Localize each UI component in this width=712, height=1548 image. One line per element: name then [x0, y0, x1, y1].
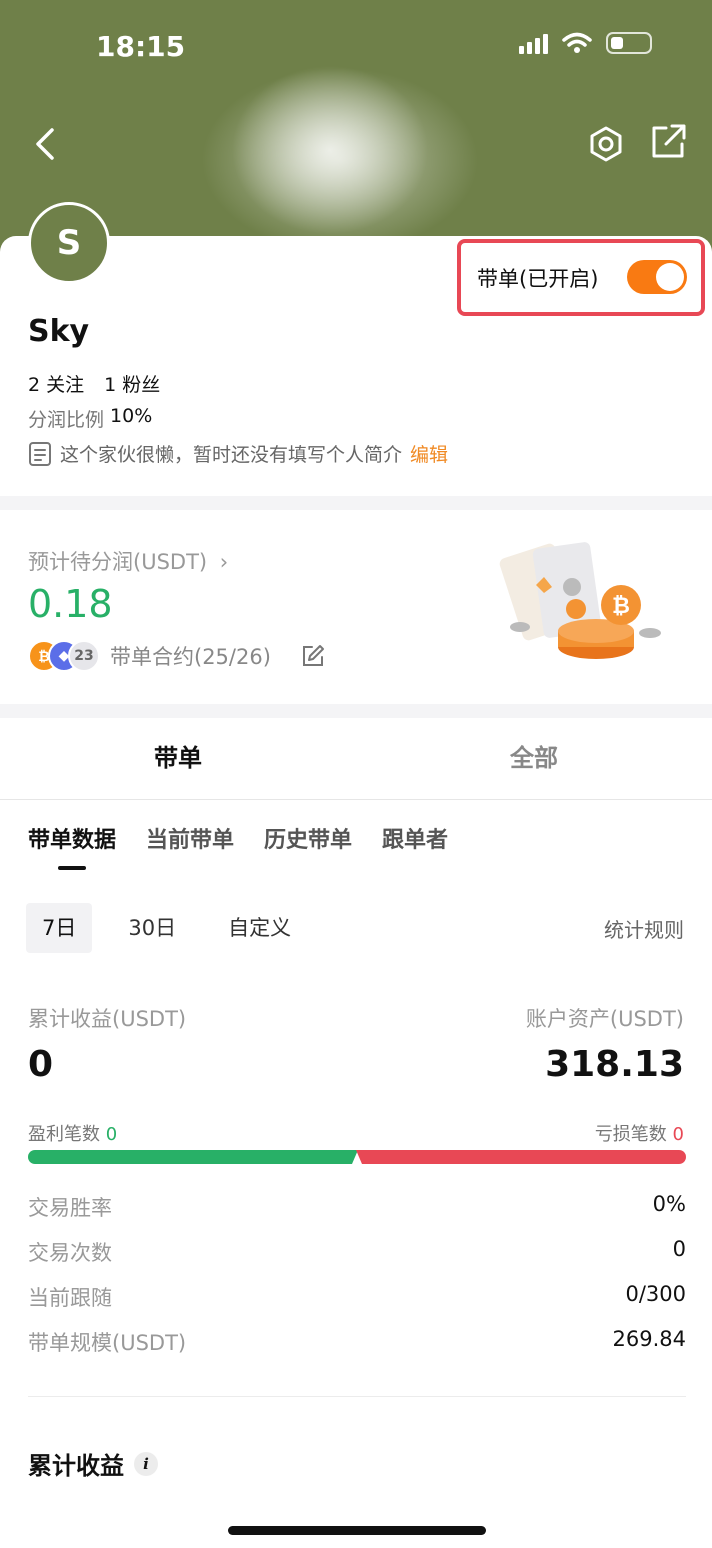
estimated-profit-link[interactable]: 预计待分润(USDT) ›: [28, 546, 228, 576]
contract-coins: ₿ ◆ 23: [28, 640, 104, 672]
period-7d[interactable]: 7日: [26, 903, 93, 953]
stat-row-trade-count: 交易次数 0: [28, 1237, 686, 1267]
account-asset-value: 318.13: [545, 1044, 684, 1085]
stat-label: 交易次数: [28, 1241, 112, 1265]
username: Sky: [28, 314, 90, 349]
estimated-profit-value: 0.18: [28, 582, 113, 626]
back-icon[interactable]: [28, 120, 68, 168]
stat-value: 0: [672, 1237, 686, 1261]
stat-value: 0%: [652, 1192, 686, 1216]
win-loss-bar: [28, 1150, 686, 1164]
account-asset-label: 账户资产(USDT): [525, 1007, 684, 1031]
chevron-right-icon: ›: [219, 550, 229, 574]
stat-label: 当前跟随: [28, 1286, 112, 1310]
stat-label: 交易胜率: [28, 1196, 112, 1220]
svg-text:₿: ₿: [612, 594, 630, 619]
contract-label[interactable]: 带单合约(25/26): [110, 641, 271, 671]
divider: [28, 1396, 686, 1397]
stat-row-lead-size: 带单规模(USDT) 269.84: [28, 1327, 686, 1357]
tab-lead[interactable]: 带单: [0, 718, 356, 799]
followers-count[interactable]: 1 粉丝: [104, 370, 160, 397]
cumulative-profit-section: 累计收益 i: [28, 1446, 158, 1481]
loss-count-label: 亏损笔数: [594, 1124, 667, 1145]
stat-rules-link[interactable]: 统计规则: [604, 914, 684, 943]
settings-icon[interactable]: [586, 124, 626, 164]
tab-followers[interactable]: 跟单者: [382, 822, 448, 866]
wifi-icon: [562, 32, 592, 53]
win-count-value: 0: [105, 1124, 118, 1145]
signal-icon: [519, 32, 548, 54]
document-icon: [29, 441, 51, 466]
section-divider: [0, 704, 712, 718]
tab-lead-data[interactable]: 带单数据: [28, 822, 116, 870]
period-30d[interactable]: 30日: [112, 903, 192, 953]
win-count-row: 盈利笔数 0: [28, 1120, 117, 1146]
profit-share-row: 分润比例 10%: [28, 405, 152, 432]
share-icon[interactable]: [648, 122, 688, 162]
cumulative-profit-label: 累计收益(USDT): [28, 1007, 187, 1031]
avatar[interactable]: S: [28, 202, 110, 284]
stat-value: 269.84: [612, 1327, 686, 1351]
sub-tabs: 带单数据 当前带单 历史带单 跟单者: [28, 822, 448, 870]
period-custom[interactable]: 自定义: [212, 903, 307, 953]
following-count[interactable]: 2 关注: [28, 370, 84, 397]
section-divider: [0, 496, 712, 510]
trading-illustration: ₿: [499, 542, 661, 659]
main-tabs: 带单 全部: [0, 718, 712, 800]
avatar-letter: S: [56, 223, 82, 263]
tab-current-lead[interactable]: 当前带单: [146, 822, 234, 866]
home-indicator: [228, 1526, 486, 1535]
status-time: 18:15: [96, 30, 186, 63]
bio-text: 这个家伙很懒，暂时还没有填写个人简介: [60, 444, 403, 466]
tab-history-lead[interactable]: 历史带单: [264, 822, 352, 866]
stat-row-current-follow: 当前跟随 0/300: [28, 1282, 686, 1312]
win-bar-segment: [28, 1150, 358, 1164]
lead-trading-toggle-row: 带单(已开启): [457, 239, 705, 316]
loss-count-value: 0: [672, 1124, 684, 1145]
bio-row: 这个家伙很懒，暂时还没有填写个人简介 编辑: [28, 440, 448, 467]
loss-bar-segment: [356, 1150, 686, 1164]
follow-stats: 2 关注 1 粉丝: [28, 370, 160, 397]
lead-trading-label: 带单(已开启): [477, 266, 599, 291]
profit-share-label: 分润比例: [28, 409, 105, 431]
estimated-profit-label: 预计待分润(USDT): [28, 550, 208, 574]
cumulative-profit-value: 0: [28, 1044, 54, 1085]
period-selector: 7日 30日 自定义: [26, 903, 307, 953]
win-count-label: 盈利笔数: [28, 1124, 100, 1145]
tab-all[interactable]: 全部: [356, 718, 712, 799]
stat-value: 0/300: [625, 1282, 686, 1306]
status-icons: [519, 32, 652, 54]
section-title: 累计收益: [28, 1452, 124, 1480]
battery-icon: [606, 32, 652, 54]
more-coins-count: 23: [68, 640, 100, 672]
loss-count-row: 亏损笔数 0: [595, 1120, 684, 1146]
stat-row-win-rate: 交易胜率 0%: [28, 1192, 686, 1222]
edit-bio-link[interactable]: 编辑: [410, 440, 448, 467]
info-icon[interactable]: i: [134, 1451, 158, 1476]
stat-label: 带单规模(USDT): [28, 1331, 187, 1355]
profit-share-value: 10%: [110, 405, 153, 427]
edit-icon[interactable]: [300, 643, 326, 669]
lead-trading-switch[interactable]: [627, 260, 687, 294]
